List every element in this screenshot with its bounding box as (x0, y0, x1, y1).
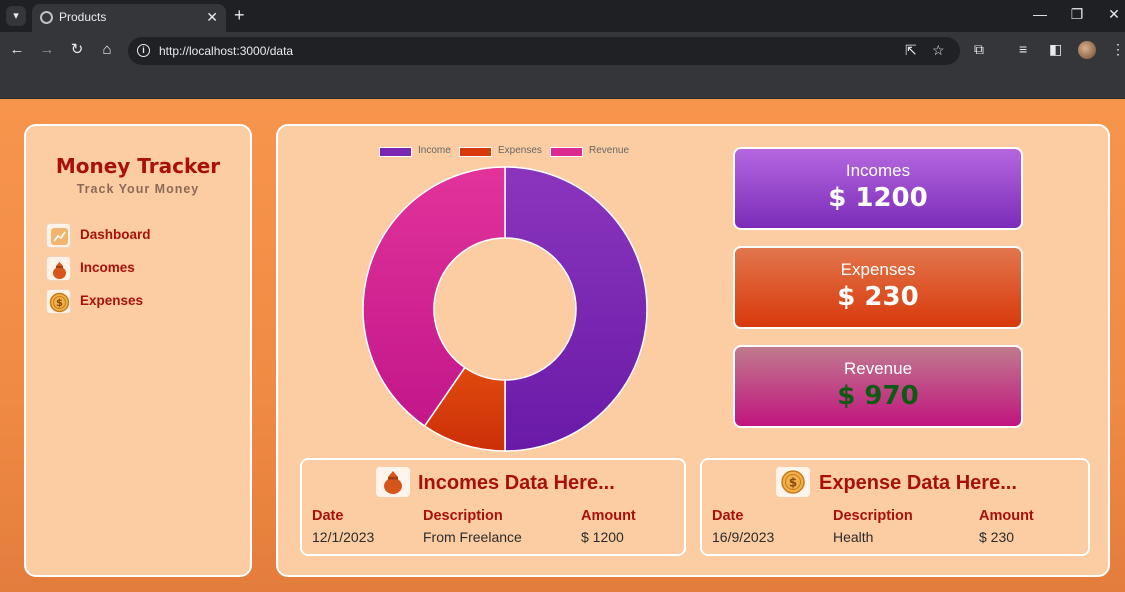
sidebar-item-label: Dashboard (80, 227, 151, 242)
app-subtitle: Track Your Money (76, 182, 200, 196)
menu-dots-icon[interactable]: ⋮ (1111, 41, 1125, 58)
reload-icon[interactable]: ↻ (67, 40, 87, 60)
column-header: Amount (979, 508, 1034, 524)
chart-icon (46, 223, 71, 248)
address-bar[interactable]: i http://localhost:3000/data ⇱ ☆ (128, 37, 960, 65)
tab-bar: ▾ Products ✕ + — ❐ ✕ (0, 0, 1125, 32)
income-amount: $ 1200 (581, 529, 624, 545)
open-external-icon[interactable]: ⇱ (905, 42, 917, 59)
legend-item-revenue[interactable]: Revenue (550, 145, 635, 159)
incomes-data-title: Incomes Data Here... (418, 472, 615, 494)
media-queue-icon[interactable]: ≡ (1019, 41, 1027, 57)
profile-avatar[interactable] (1078, 41, 1096, 59)
incomes-data-card: Incomes Data Here... Date Description Am… (300, 458, 686, 556)
sidebar-item-dashboard[interactable]: Dashboard (46, 223, 226, 249)
column-header: Description (833, 508, 913, 524)
incomes-card: Incomes $ 1200 (733, 147, 1023, 230)
legend-swatch (459, 147, 492, 157)
tab-title: Products (59, 10, 107, 24)
sidebar-item-incomes[interactable]: Incomes (46, 256, 226, 282)
close-tab-icon[interactable]: ✕ (206, 9, 218, 26)
sidebar-item-label: Incomes (80, 260, 135, 275)
donut-chart[interactable] (360, 164, 650, 454)
browser-strip (0, 70, 1125, 99)
app-title: Money Tracker (55, 154, 221, 178)
app-page: Money Tracker Track Your Money Dashboard… (0, 99, 1125, 592)
url-text[interactable]: http://localhost:3000/data (159, 44, 293, 58)
column-header: Description (423, 508, 503, 524)
bookmark-star-icon[interactable]: ☆ (932, 42, 945, 59)
legend-item-income[interactable]: Income (379, 145, 454, 159)
incomes-label: Incomes (845, 161, 911, 180)
legend-label: Expenses (498, 145, 542, 156)
column-header: Amount (581, 508, 636, 524)
close-window-icon[interactable]: ✕ (1104, 6, 1124, 23)
income-description: From Freelance (423, 529, 522, 545)
expense-data-card: $ Expense Data Here... Date Description … (700, 458, 1090, 556)
revenue-value: $ 970 (837, 381, 919, 411)
legend-swatch (379, 147, 412, 157)
svg-text:$: $ (56, 298, 63, 309)
legend-label: Revenue (589, 145, 630, 156)
expense-date: 16/9/2023 (712, 529, 775, 545)
home-icon[interactable]: ⌂ (97, 40, 117, 60)
dollar-coin-icon: $ (46, 289, 71, 314)
sidebar: Money Tracker Track Your Money Dashboard… (24, 124, 252, 577)
expense-description: Health (833, 529, 874, 545)
income-date: 12/1/2023 (312, 529, 375, 545)
sidebar-item-label: Expenses (80, 293, 144, 308)
restore-icon[interactable]: ❐ (1067, 6, 1087, 23)
new-tab-icon[interactable]: + (234, 5, 245, 26)
revenue-label: Revenue (843, 359, 913, 378)
expenses-label: Expenses (840, 260, 916, 279)
side-panel-icon[interactable]: ◧ (1049, 41, 1062, 58)
incomes-value: $ 1200 (828, 183, 928, 213)
legend-swatch (550, 147, 583, 157)
column-header: Date (312, 508, 344, 524)
sidebar-item-expenses[interactable]: $ Expenses (46, 289, 226, 315)
expense-data-title: Expense Data Here... (819, 472, 1017, 494)
expenses-value: $ 230 (837, 282, 919, 312)
revenue-card: Revenue $ 970 (733, 345, 1023, 428)
forward-icon[interactable]: → (37, 40, 57, 60)
info-icon[interactable]: i (137, 44, 150, 57)
globe-icon (40, 11, 53, 24)
extensions-icon[interactable]: ⧉ (974, 41, 984, 58)
expense-amount: $ 230 (979, 529, 1015, 545)
dashboard-panel: Income Expenses Revenue Incomes $ 1200 E… (276, 124, 1110, 577)
svg-text:$: $ (789, 476, 797, 490)
expenses-card: Expenses $ 230 (733, 246, 1023, 329)
legend-item-expenses[interactable]: Expenses (459, 145, 547, 159)
browser-toolbar: ← → ↻ ⌂ i http://localhost:3000/data ⇱ ☆… (0, 32, 1125, 70)
minimize-icon[interactable]: — (1030, 6, 1050, 22)
browser-tab[interactable]: Products ✕ (32, 4, 226, 32)
money-bag-icon (376, 467, 410, 497)
tab-search-button[interactable]: ▾ (6, 6, 26, 26)
slice-income[interactable] (504, 166, 648, 452)
legend-label: Income (418, 145, 451, 156)
dollar-coin-icon: $ (776, 467, 810, 497)
back-icon[interactable]: ← (7, 40, 27, 60)
money-bag-icon (46, 256, 71, 281)
column-header: Date (712, 508, 744, 524)
